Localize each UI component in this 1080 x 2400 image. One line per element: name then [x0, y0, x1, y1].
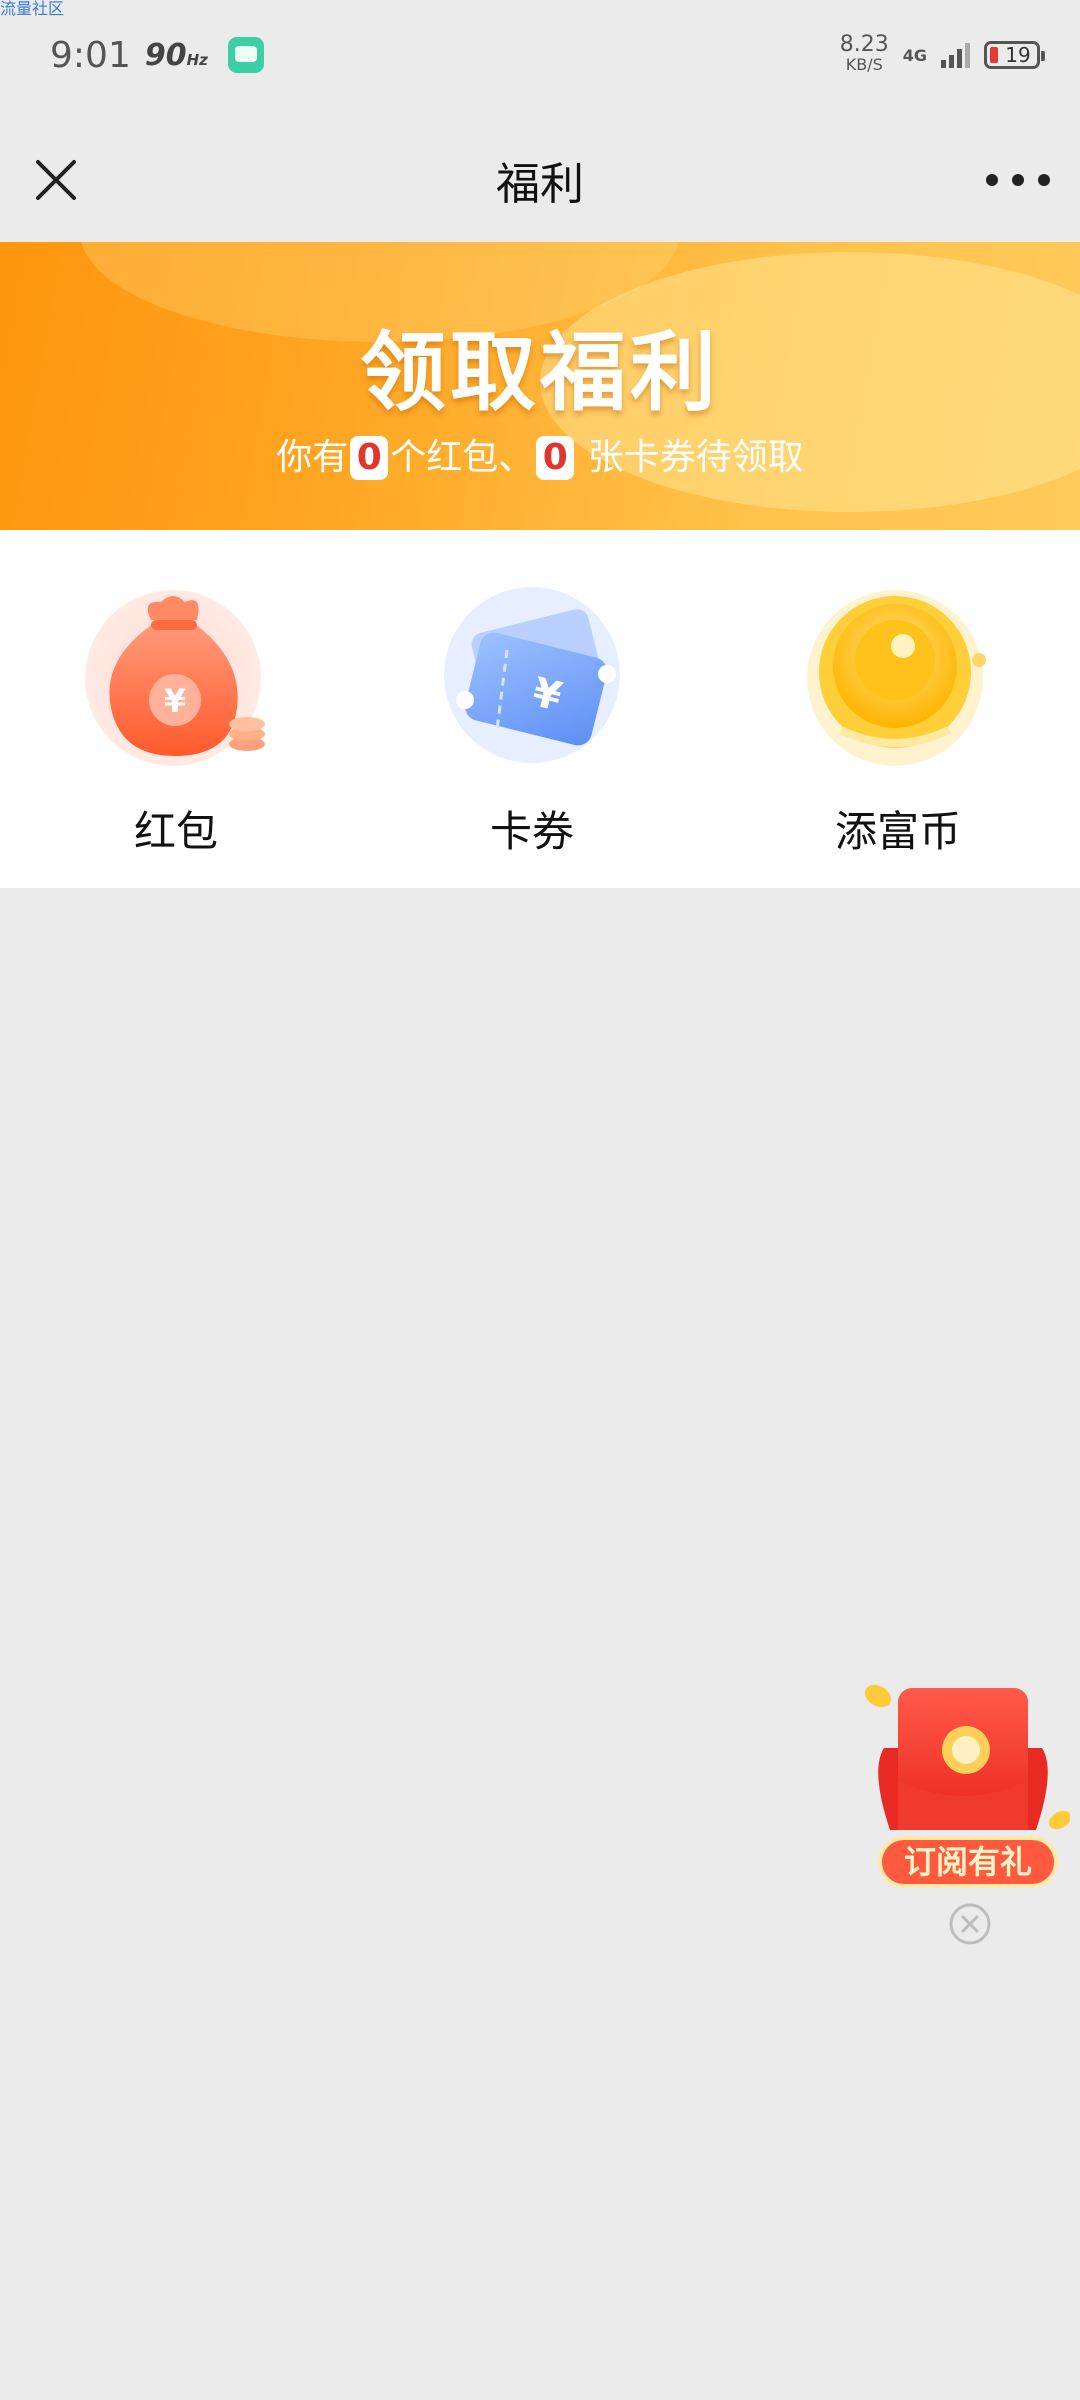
- banner-sub-suffix: 张卡券待领取: [576, 437, 804, 478]
- redpacket-count: 0: [350, 436, 389, 480]
- status-time: 9:01: [50, 34, 131, 76]
- category-coupon[interactable]: ¥ 卡券: [392, 580, 672, 859]
- banner-sub-middle: 个红包、: [390, 437, 535, 478]
- status-right: 8.23 KB/S 4G 19: [839, 32, 1045, 75]
- promo-label: 订阅有礼: [903, 1843, 1032, 1881]
- more-dot: [986, 174, 998, 186]
- category-label: 卡券: [489, 807, 574, 856]
- welfare-banner: 领取福利 你有 0 个红包、 0 张卡券待领取: [0, 242, 1080, 542]
- net-speed-value: 8.23: [839, 32, 889, 57]
- refresh-rate-unit: Hz: [186, 50, 208, 69]
- network-type: 4G: [902, 45, 927, 65]
- more-dot: [1038, 174, 1050, 186]
- coupon-count: 0: [536, 436, 575, 480]
- nav-bar: 福利: [0, 130, 1080, 230]
- message-app-icon: [227, 37, 264, 73]
- svg-text:¥: ¥: [164, 682, 186, 720]
- banner-sub-prefix: 你有: [276, 437, 349, 478]
- coupon-ticket-icon: ¥: [444, 587, 620, 763]
- category-label: 红包: [133, 807, 218, 856]
- more-dot: [1012, 174, 1024, 186]
- promo-close-button[interactable]: [948, 1902, 992, 1946]
- battery-icon: 19: [984, 41, 1045, 69]
- close-button[interactable]: [28, 152, 84, 208]
- category-panel: ¥ 红包 ¥ 卡券 添富币: [0, 530, 1080, 888]
- net-speed-unit: KB/S: [845, 55, 883, 74]
- battery-level: 19: [1005, 43, 1031, 67]
- more-button[interactable]: [986, 152, 1050, 208]
- category-coin[interactable]: 添富币: [758, 580, 1038, 859]
- banner-title: 领取福利: [360, 323, 720, 423]
- money-bag-icon: ¥: [85, 590, 265, 766]
- status-bar: 9:01 90Hz 8.23 KB/S 4G 19: [0, 0, 1080, 110]
- page-title: 福利: [496, 159, 584, 210]
- signal-icon: [941, 42, 970, 68]
- refresh-rate-value: 90: [144, 37, 187, 73]
- close-circle-icon: [949, 1903, 991, 1945]
- banner-subtitle: 你有 0 个红包、 0 张卡券待领取: [0, 428, 1080, 480]
- net-speed: 8.23 KB/S: [839, 32, 889, 75]
- category-label: 添富币: [834, 807, 961, 856]
- subscribe-gift-float[interactable]: 订阅有礼: [860, 1680, 1072, 1910]
- close-icon: [36, 160, 76, 200]
- category-redpacket[interactable]: ¥ 红包: [36, 580, 316, 859]
- refresh-rate: 90Hz: [145, 38, 208, 73]
- gold-coin-icon: [807, 590, 986, 766]
- page: 流量社区 9:01 90Hz 8.23 KB/S 4G 19 福利 领取福利 你…: [0, 0, 1080, 2400]
